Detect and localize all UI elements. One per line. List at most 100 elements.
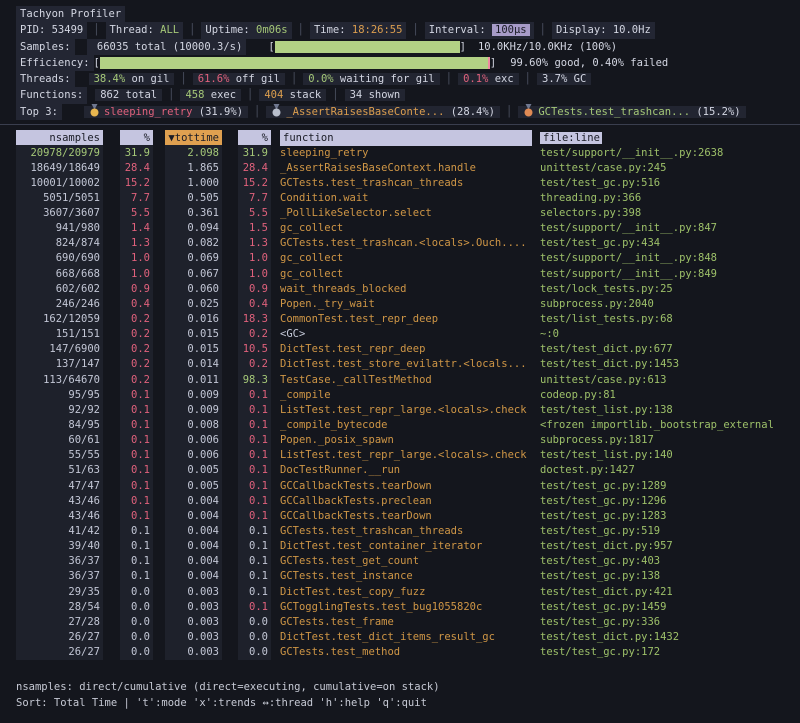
top3-label: Top 3:	[16, 104, 62, 120]
thread-stat-off-gil: 61.6% off gil	[193, 73, 285, 85]
cell-file-line: test/test_dict.py:1432	[540, 629, 800, 645]
table-row[interactable]: 27/280.00.0030.0GCTests.test_frametest/t…	[0, 614, 800, 629]
table-row[interactable]: 5051/50517.70.5057.7Condition.waitthread…	[0, 191, 800, 206]
table-row[interactable]: 55/550.10.0060.1ListTest.test_repr_large…	[0, 448, 800, 463]
cell-tottime: 0.505	[165, 190, 222, 206]
cell-function: wait_threads_blocked	[280, 281, 532, 297]
cell-cum-pct: 28.4	[238, 160, 271, 176]
table-row[interactable]: 43/460.10.0040.1GCCallbackTests.tearDown…	[0, 508, 800, 523]
table-row[interactable]: 26/270.00.0030.0GCTests.test_methodtest/…	[0, 645, 800, 660]
cell-function: gc_collect	[280, 266, 532, 282]
separator: │	[241, 89, 259, 101]
cell-pct: 0.1	[120, 568, 153, 584]
table-row[interactable]: 36/370.10.0040.1GCTests.test_instancetes…	[0, 569, 800, 584]
table-row[interactable]: 36/370.10.0040.1GCTests.test_get_countte…	[0, 554, 800, 569]
app-title: Tachyon Profiler	[16, 6, 125, 22]
table-row[interactable]: 84/950.10.0080.1_compile_bytecode<frozen…	[0, 418, 800, 433]
cell-tottime: 0.005	[165, 478, 222, 494]
table-row[interactable]: 29/350.00.0030.1DictTest.test_copy_fuzzt…	[0, 584, 800, 599]
cell-file-line: subprocess.py:2040	[540, 296, 800, 312]
cell-file-line: test/test_list.py:138	[540, 402, 800, 418]
table-row[interactable]: 26/270.00.0030.0DictTest.test_dict_items…	[0, 630, 800, 645]
table-row[interactable]: 602/6020.90.0600.9wait_threads_blockedte…	[0, 281, 800, 296]
cell-file-line: test/support/__init__.py:2638	[540, 145, 800, 161]
threads-line: Threads: 38.4% on gil│61.6% off gil│0.0%…	[0, 71, 800, 87]
cell-nsamples: 5051/5051	[16, 190, 103, 206]
cell-cum-pct: 0.1	[238, 478, 271, 494]
cell-pct: 15.2	[120, 175, 153, 191]
table-row[interactable]: 3607/36075.50.3615.5_PollLikeSelector.se…	[0, 206, 800, 221]
cell-nsamples: 824/874	[16, 235, 103, 251]
cell-pct: 0.1	[120, 402, 153, 418]
table-row[interactable]: 39/400.10.0040.1DictTest.test_container_…	[0, 539, 800, 554]
title-line: Tachyon Profiler	[0, 6, 800, 22]
stat-label: Interval:	[429, 24, 492, 36]
efficiency-bar: []	[94, 55, 497, 71]
cell-nsamples: 43/46	[16, 508, 103, 524]
table-row[interactable]: 47/470.10.0050.1GCCallbackTests.tearDown…	[0, 478, 800, 493]
cell-tottime: 0.094	[165, 220, 222, 236]
cell-nsamples: 84/95	[16, 417, 103, 433]
cell-tottime: 0.004	[165, 568, 222, 584]
table-row[interactable]: 941/9801.40.0941.5gc_collecttest/support…	[0, 221, 800, 236]
table-row[interactable]: 668/6681.00.0671.0gc_collecttest/support…	[0, 266, 800, 281]
cell-nsamples: 3607/3607	[16, 205, 103, 221]
top3-line: Top 3: sleeping_retry (31.9%)│_AssertRai…	[0, 104, 800, 120]
table-row[interactable]: 41/420.10.0040.1GCTests.test_trashcan_th…	[0, 524, 800, 539]
cell-nsamples: 41/42	[16, 523, 103, 539]
table-row[interactable]: 43/460.10.0040.1GCCallbackTests.preclean…	[0, 493, 800, 508]
table-row[interactable]: 95/950.10.0090.1_compilecodeop.py:81	[0, 387, 800, 402]
table-row[interactable]: 147/69000.20.01510.5DictTest.test_repr_d…	[0, 342, 800, 357]
table-row[interactable]: 92/920.10.0090.1ListTest.test_repr_large…	[0, 402, 800, 417]
table-row[interactable]: 162/120590.20.01618.3CommonTest.test_rep…	[0, 312, 800, 327]
table-row[interactable]: 28/540.00.0030.1GCTogglingTests.test_bug…	[0, 599, 800, 614]
cell-cum-pct: 0.1	[238, 387, 271, 403]
table-row[interactable]: 10001/1000215.21.00015.2GCTests.test_tra…	[0, 175, 800, 190]
cell-cum-pct: 31.9	[238, 145, 271, 161]
table-row[interactable]: 60/610.10.0060.1Popen._posix_spawnsubpro…	[0, 433, 800, 448]
stat-pid: PID: 53499	[16, 22, 87, 38]
cell-cum-pct: 15.2	[238, 175, 271, 191]
top3-percent: (31.9%)	[192, 106, 243, 118]
thread-stat-value: 3.7%	[542, 73, 567, 85]
cell-pct: 0.9	[120, 281, 153, 297]
cell-tottime: 1.000	[165, 175, 222, 191]
cell-cum-pct: 1.0	[238, 250, 271, 266]
table-row[interactable]: 824/8741.30.0821.3GCTests.test_trashcan.…	[0, 236, 800, 251]
cell-nsamples: 29/35	[16, 584, 103, 600]
top3-percent: (28.4%)	[444, 106, 495, 118]
table-header: nsamples % ▼tottime % function file:line	[0, 130, 800, 145]
cell-file-line: test/test_gc.py:434	[540, 235, 800, 251]
table-row[interactable]: 137/1470.20.0140.2DictTest.test_store_ev…	[0, 357, 800, 372]
top3-entry[interactable]: sleeping_retry (31.9%)	[84, 106, 248, 118]
table-row[interactable]: 690/6901.00.0691.0gc_collecttest/support…	[0, 251, 800, 266]
thread-stat-desc: GC	[567, 73, 586, 85]
cell-cum-pct: 5.5	[238, 205, 271, 221]
cell-pct: 0.1	[120, 447, 153, 463]
thread-stat-desc: off gil	[229, 73, 280, 85]
cell-pct: 0.0	[120, 614, 153, 630]
cell-file-line: test/test_dict.py:421	[540, 584, 800, 600]
table-row[interactable]: 20978/2097931.92.09831.9sleeping_retryte…	[0, 145, 800, 160]
table-row[interactable]: 18649/1864928.41.86528.4_AssertRaisesBas…	[0, 160, 800, 175]
cell-pct: 0.2	[120, 341, 153, 357]
cell-cum-pct: 0.1	[238, 568, 271, 584]
cell-nsamples: 151/151	[16, 326, 103, 342]
cell-file-line: test/support/__init__.py:847	[540, 220, 800, 236]
table-row[interactable]: 151/1510.20.0150.2<GC>~:0	[0, 327, 800, 342]
top3-entry[interactable]: GCTests.test_trashcan... (15.2%)	[518, 106, 745, 118]
table-row[interactable]: 113/646700.20.01198.3TestCase._callTestM…	[0, 372, 800, 387]
cell-cum-pct: 1.0	[238, 266, 271, 282]
cell-cum-pct: 1.5	[238, 220, 271, 236]
thread-stat-desc: waiting for gil	[334, 73, 435, 85]
separator: │	[285, 73, 303, 85]
cell-tottime: 0.004	[165, 553, 222, 569]
stat-value: 0m06s	[256, 24, 288, 36]
top3-entry[interactable]: _AssertRaisesBaseConte... (28.4%)	[266, 106, 500, 118]
cell-pct: 0.1	[120, 523, 153, 539]
cell-function: _PollLikeSelector.select	[280, 205, 532, 221]
cell-cum-pct: 18.3	[238, 311, 271, 327]
table-row[interactable]: 51/630.10.0050.1DocTestRunner.__rundocte…	[0, 463, 800, 478]
cell-nsamples: 246/246	[16, 296, 103, 312]
table-row[interactable]: 246/2460.40.0250.4Popen._try_waitsubproc…	[0, 296, 800, 311]
